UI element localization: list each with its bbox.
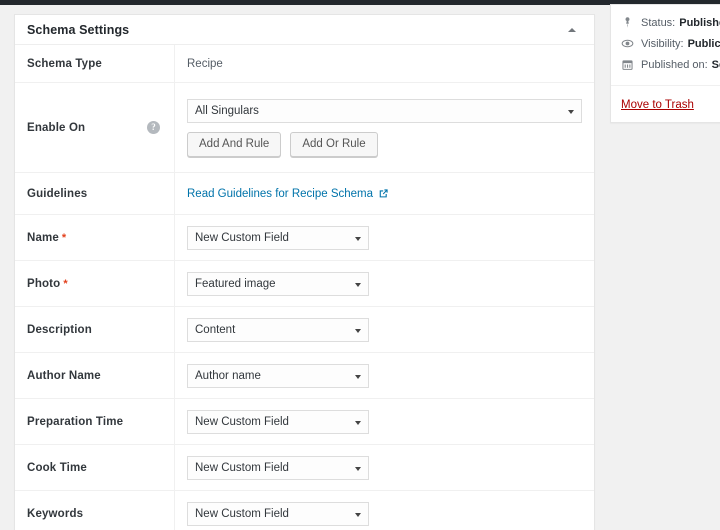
chevron-down-icon [355, 513, 361, 517]
calendar-icon [621, 58, 641, 71]
cook-time-select-value: New Custom Field [195, 462, 289, 474]
row-name: Name * New Custom Field [15, 215, 594, 261]
publish-misc-actions: Status: Published E Visibility: Public E… [611, 5, 720, 85]
photo-select-value: Featured image [195, 278, 276, 290]
label-cook-time: Cook Time [27, 462, 87, 474]
label-preparation-time: Preparation Time [27, 416, 123, 428]
label-schema-type: Schema Type [27, 58, 102, 70]
row-value-cell: All Singulars Add And Rule Add Or Rule [175, 83, 594, 172]
schema-settings-metabox: Schema Settings Schema Type Recipe Enabl… [14, 14, 595, 530]
row-label-cell: Schema Type [15, 45, 175, 82]
chevron-down-icon [568, 110, 574, 114]
row-keywords: Keywords New Custom Field [15, 491, 594, 530]
row-value-cell: Author name [175, 353, 594, 398]
preparation-time-select-value: New Custom Field [195, 416, 289, 428]
row-label-cell: Author Name [15, 353, 175, 398]
required-marker: * [63, 278, 67, 290]
label-keywords: Keywords [27, 508, 83, 520]
cook-time-select[interactable]: New Custom Field [187, 456, 369, 480]
row-author-name: Author Name Author name [15, 353, 594, 399]
row-value-cell: Read Guidelines for Recipe Schema [175, 173, 594, 214]
guidelines-link[interactable]: Read Guidelines for Recipe Schema [187, 188, 582, 200]
published-on-row: Published on: Sep 1 [611, 54, 720, 75]
row-label-cell: Enable On ? [15, 83, 175, 172]
row-schema-type: Schema Type Recipe [15, 45, 594, 83]
photo-select[interactable]: Featured image [187, 272, 369, 296]
schema-type-value: Recipe [187, 58, 582, 70]
name-select-value: New Custom Field [195, 232, 289, 244]
published-on-value: Sep 1 [712, 59, 720, 71]
row-value-cell: New Custom Field [175, 445, 594, 490]
row-value-cell: Content [175, 307, 594, 352]
visibility-value: Public [688, 38, 720, 50]
post-status-prefix: Status: [641, 17, 675, 29]
chevron-down-icon [355, 283, 361, 287]
row-photo: Photo * Featured image [15, 261, 594, 307]
publish-metabox: Status: Published E Visibility: Public E… [610, 4, 720, 123]
row-value-cell: New Custom Field [175, 491, 594, 530]
move-to-trash-link[interactable]: Move to Trash [621, 99, 694, 111]
add-and-rule-button[interactable]: Add And Rule [187, 132, 281, 157]
row-value-cell: New Custom Field [175, 399, 594, 444]
external-link-icon [378, 188, 389, 199]
post-status-value: Published [679, 17, 720, 29]
chevron-down-icon [355, 375, 361, 379]
screen-root: Schema Settings Schema Type Recipe Enabl… [0, 0, 720, 530]
enable-on-select[interactable]: All Singulars [187, 99, 582, 123]
row-preparation-time: Preparation Time New Custom Field [15, 399, 594, 445]
guidelines-link-label: Read Guidelines for Recipe Schema [187, 188, 373, 200]
author-name-select-value: Author name [195, 370, 261, 382]
row-enable-on: Enable On ? All Singulars Add And Rule A… [15, 83, 594, 173]
row-label-cell: Cook Time [15, 445, 175, 490]
row-label-cell: Description [15, 307, 175, 352]
row-guidelines: Guidelines Read Guidelines for Recipe Sc… [15, 173, 594, 215]
description-select-value: Content [195, 324, 235, 336]
chevron-down-icon [355, 421, 361, 425]
help-circle-icon[interactable]: ? [147, 121, 160, 134]
row-value-cell: New Custom Field [175, 215, 594, 260]
published-on-prefix: Published on: [641, 59, 708, 71]
name-select[interactable]: New Custom Field [187, 226, 369, 250]
chevron-down-icon [355, 237, 361, 241]
post-status-pin-icon [621, 16, 641, 29]
caret-up-icon [568, 28, 576, 32]
preparation-time-select[interactable]: New Custom Field [187, 410, 369, 434]
row-label-cell: Guidelines [15, 173, 175, 214]
chevron-down-icon [355, 329, 361, 333]
row-cook-time: Cook Time New Custom Field [15, 445, 594, 491]
post-status-row: Status: Published E [611, 12, 720, 33]
chevron-down-icon [355, 467, 361, 471]
metabox-header: Schema Settings [15, 15, 594, 45]
row-label-cell: Name * [15, 215, 175, 260]
row-label-cell: Preparation Time [15, 399, 175, 444]
add-or-rule-button[interactable]: Add Or Rule [290, 132, 377, 157]
label-description: Description [27, 324, 92, 336]
row-value-cell: Recipe [175, 45, 594, 82]
required-marker: * [62, 232, 66, 244]
visibility-row: Visibility: Public Ed [611, 33, 720, 54]
row-description: Description Content [15, 307, 594, 353]
author-name-select[interactable]: Author name [187, 364, 369, 388]
page-title: Schema Settings [27, 23, 129, 37]
label-enable-on: Enable On [27, 122, 85, 134]
metabox-collapse-toggle[interactable] [558, 15, 586, 44]
label-photo: Photo [27, 278, 60, 290]
label-name: Name [27, 232, 59, 244]
description-select[interactable]: Content [187, 318, 369, 342]
publish-major-actions: Move to Trash [611, 85, 720, 122]
enable-on-select-value: All Singulars [195, 105, 259, 117]
visibility-prefix: Visibility: [641, 38, 684, 50]
label-author-name: Author Name [27, 370, 101, 382]
keywords-select-value: New Custom Field [195, 508, 289, 520]
label-guidelines: Guidelines [27, 188, 87, 200]
row-value-cell: Featured image [175, 261, 594, 306]
keywords-select[interactable]: New Custom Field [187, 502, 369, 526]
row-label-cell: Keywords [15, 491, 175, 530]
eye-icon [621, 37, 641, 50]
rule-button-group: Add And Rule Add Or Rule [187, 132, 582, 157]
row-label-cell: Photo * [15, 261, 175, 306]
